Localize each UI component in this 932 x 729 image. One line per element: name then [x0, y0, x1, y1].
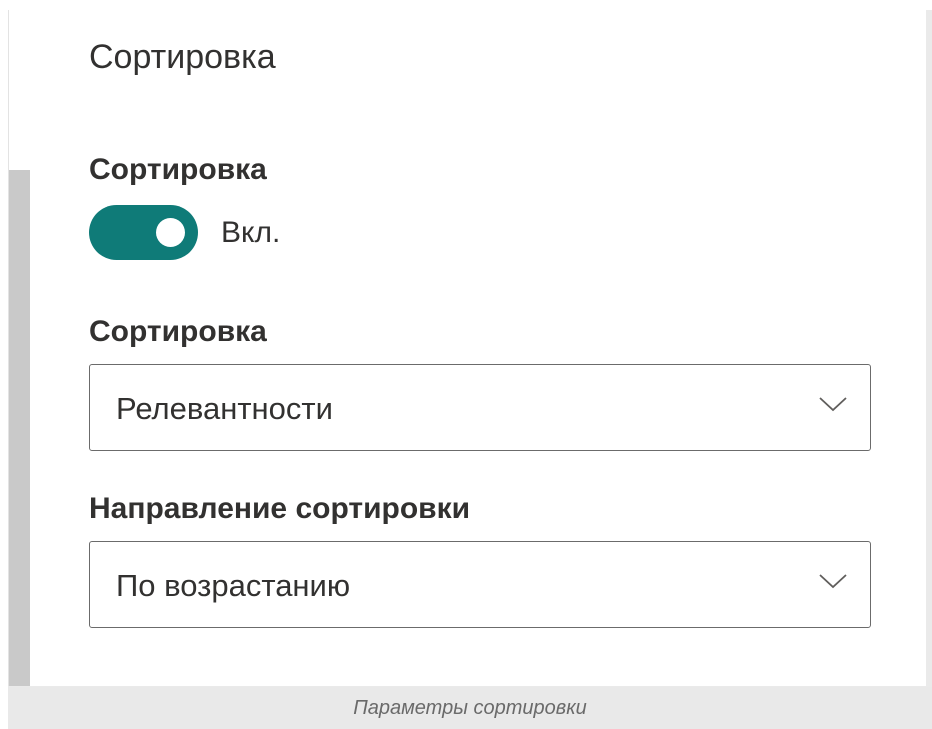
sort-toggle-state: Вкл.: [221, 216, 281, 249]
sort-by-dropdown[interactable]: Релевантности: [89, 364, 871, 451]
sort-toggle-label: Сортировка: [89, 153, 267, 186]
sort-toggle-switch[interactable]: [89, 205, 198, 260]
sort-direction-selected-value: По возрастанию: [116, 568, 351, 603]
sort-by-label: Сортировка: [89, 315, 267, 348]
chevron-down-icon: [819, 574, 847, 589]
sort-settings-panel: Сортировка Сортировка Вкл. Сортировка Ре…: [32, 10, 926, 686]
scrollbar-thumb[interactable]: [9, 170, 30, 686]
sort-direction-label: Направление сортировки: [89, 492, 471, 525]
sort-by-selected-value: Релевантности: [116, 391, 333, 426]
figure-caption: Параметры сортировки: [353, 697, 587, 719]
figure-caption-bar: Параметры сортировки: [8, 687, 932, 729]
panel-title: Сортировка: [89, 38, 276, 76]
sort-direction-dropdown[interactable]: По возрастанию: [89, 541, 871, 628]
toggle-knob: [156, 218, 185, 247]
chevron-down-icon: [819, 397, 847, 412]
